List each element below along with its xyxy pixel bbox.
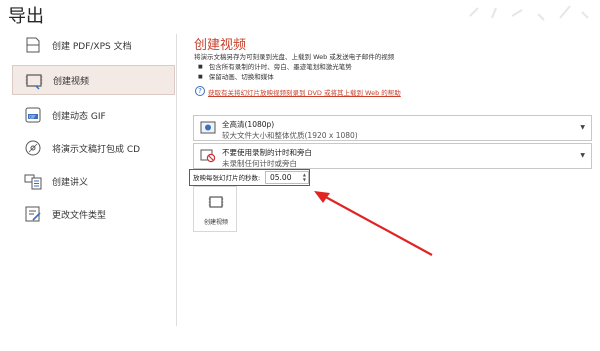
bullet-item: 包含所有录制的计时、旁白、墨迹笔划和激光笔势 [198,61,352,71]
chevron-down-icon: ▼ [580,152,585,159]
timing-sub: 未录制任何计时或旁白 [222,159,297,168]
timing-dropdown[interactable]: 不要使用录制的计时和旁白 未录制任何计时或旁白 ▼ [193,143,592,169]
help-link[interactable]: 获取有关将幻灯片放映视频刻录到 DVD 或将其上载到 Web 的帮助 [208,87,401,97]
nav-item-pdf-xps[interactable]: 创建 PDF/XPS 文档 [12,30,175,60]
nav-item-create-video[interactable]: 创建视频 [12,65,175,95]
svg-text:GIF: GIF [29,114,36,119]
nav-item-change-file-type[interactable]: 更改文件类型 [12,199,175,229]
nav-item-label: 将演示文稿打包成 CD [52,144,141,155]
video-icon [208,196,224,208]
chevron-down-icon: ▼ [580,124,585,131]
cd-icon [25,140,41,156]
timing-main: 不要使用录制的计时和旁白 [222,148,312,157]
nav-item-label: 创建视频 [53,76,90,87]
annotation-arrow [314,191,433,256]
nav-item-label: 创建动态 GIF [52,111,106,122]
create-video-button[interactable]: 创建视频 [193,186,237,232]
monitor-icon [200,121,216,134]
quality-sub: 较大文件大小和整体优质(1920 x 1080) [222,131,358,140]
top-decoration [469,5,589,21]
nav-item-label: 创建讲义 [52,177,89,188]
nav-item-create-handout[interactable]: 创建讲义 [12,166,175,196]
nav-item-create-gif[interactable]: GIF 创建动态 GIF [12,100,175,130]
spin-buttons[interactable]: ▲ ▼ [303,172,306,182]
quality-main: 全高清(1080p) [222,120,275,129]
quality-dropdown[interactable]: 全高清(1080p) 较大文件大小和整体优质(1920 x 1080) ▼ [193,115,592,141]
seconds-spinner[interactable]: 05.00 ▲ ▼ [265,171,309,184]
nav-item-label: 更改文件类型 [52,210,107,221]
help-icon: ? [195,86,205,96]
gif-icon: GIF [25,107,41,123]
handout-icon [24,174,42,190]
change-file-type-icon [25,206,41,222]
create-video-label: 创建视频 [203,219,228,226]
bullet-item: 保留动画、切换和媒体 [198,71,274,81]
section-description: 将演示文稿另存为可刻录到光盘、上载到 Web 或发送电子邮件的视频 [194,53,395,61]
nav-item-label: 创建 PDF/XPS 文档 [52,41,132,52]
seconds-label: 放映每张幻灯片的秒数: [193,174,261,182]
nav-divider [176,34,177,326]
nav-item-package-cd[interactable]: 将演示文稿打包成 CD [12,133,175,163]
page-title: 导出 [8,6,44,27]
no-timing-icon [200,149,216,163]
seconds-value: 05.00 [270,173,292,182]
document-icon [26,37,40,53]
video-icon [25,74,43,90]
